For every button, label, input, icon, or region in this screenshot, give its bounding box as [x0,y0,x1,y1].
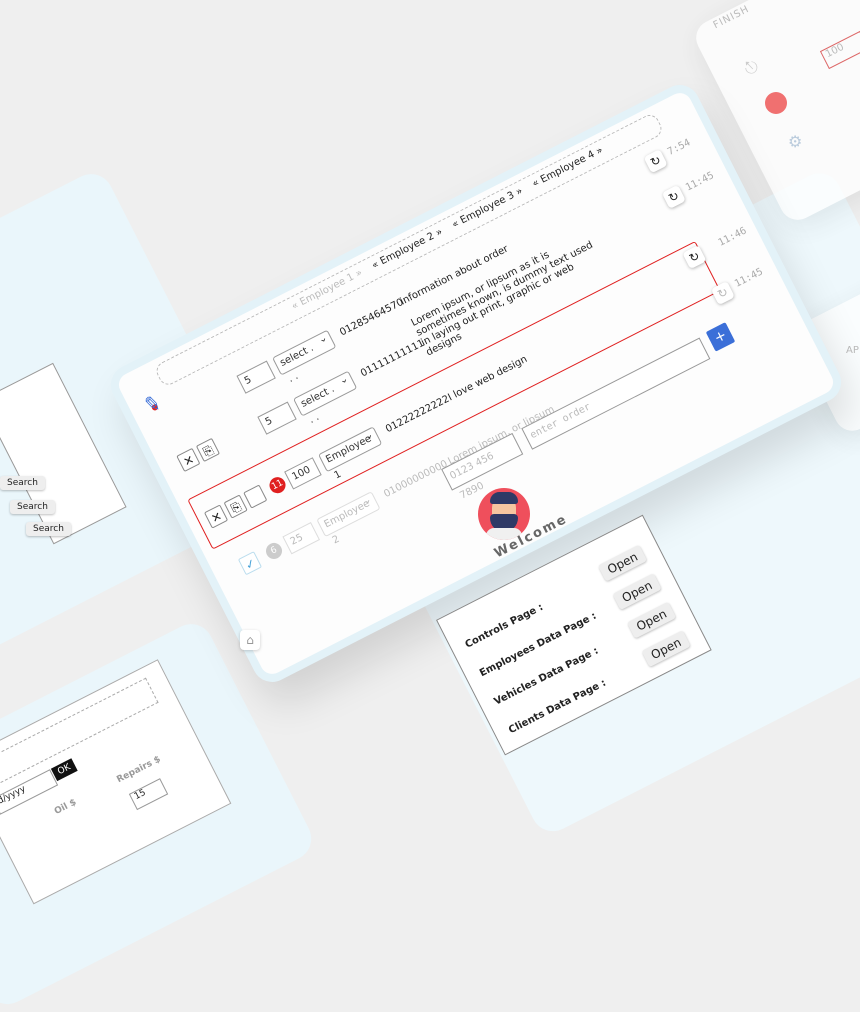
order-time: 7:54 [665,137,693,158]
employee-select[interactable]: select . . . [292,370,358,426]
close-icon[interactable]: ✕ [203,504,229,529]
order-time: 11:46 [716,225,749,249]
checkbox[interactable] [243,484,268,509]
refresh-icon[interactable]: ↻ [661,184,686,209]
copy-icon[interactable]: ⎘ [195,437,221,463]
search-button[interactable]: Search [0,476,45,490]
refresh-icon[interactable]: ↻ [643,149,668,174]
search-button[interactable]: Search [26,522,71,536]
avatar-small-icon [765,92,787,114]
open-clients-button[interactable]: Open [641,630,691,668]
oil-column-header: Oil $ [52,797,79,817]
bell-icon[interactable]: ⎋ [745,58,758,78]
price-field[interactable]: 100 [284,457,322,490]
employee-select[interactable]: Employee 1 [317,426,383,482]
search-button[interactable]: Search [10,500,55,514]
close-icon[interactable]: ✕ [176,447,201,473]
checkmark-icon[interactable]: ✓ [237,551,263,576]
refresh-icon[interactable]: ↻ [682,244,707,270]
copy-icon[interactable]: ⎘ [223,494,248,519]
phone-number: 01222222222 [383,393,452,436]
quantity-field[interactable]: 5 [236,360,276,394]
home-icon[interactable]: ⌂ [240,630,260,650]
order-time: 11:45 [733,266,765,290]
open-employees-button[interactable]: Open [612,573,662,611]
employee-select[interactable]: Employee 2 [316,491,381,546]
count-badge: 11 [266,474,289,496]
open-vehicles-button[interactable]: Open [626,601,677,639]
repairs-value-field[interactable]: 15 [128,778,169,811]
count-badge: 6 [263,540,285,562]
employees-page-label: Employees Data Page : [477,610,599,680]
settings-icon[interactable]: ⚙ [788,132,802,151]
price-field[interactable]: 25 [282,522,320,555]
phone-number: 01000000000 [382,458,450,501]
ok-button[interactable]: OK [50,758,78,782]
edit-icon[interactable]: ✎ [144,392,161,416]
apps-label: AP [846,345,859,356]
open-controls-button[interactable]: Open [597,544,648,582]
quantity-field[interactable]: 5 [257,401,297,435]
phone-number: 01111111111 [358,337,427,380]
